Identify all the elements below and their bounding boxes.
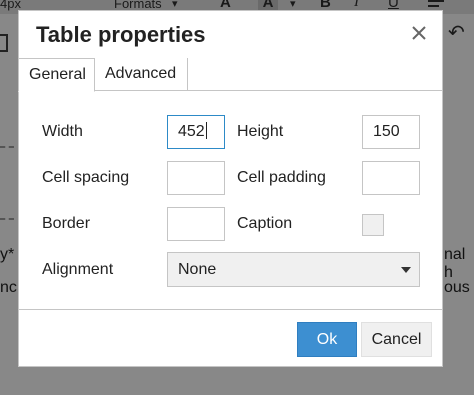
tab-general[interactable]: General	[18, 58, 95, 92]
width-value: 452	[178, 123, 205, 140]
chevron-down-icon: ▾	[172, 0, 178, 10]
cell-spacing-label: Cell spacing	[42, 169, 130, 186]
caption-label: Caption	[237, 215, 293, 232]
close-icon[interactable]	[409, 23, 429, 43]
cancel-button[interactable]: Cancel	[361, 322, 432, 357]
chevron-down-icon: ▾	[290, 0, 296, 10]
table-border-dashes	[0, 218, 14, 220]
border-label: Border	[42, 215, 91, 232]
cell-padding-label: Cell padding	[237, 169, 326, 186]
undo-icon: ↶	[448, 22, 465, 44]
align-left-icon	[428, 0, 444, 10]
ok-button[interactable]: Ok	[297, 322, 357, 357]
dialog-title: Table properties	[36, 22, 206, 47]
tab-advanced[interactable]: Advanced	[95, 58, 188, 91]
caption-checkbox[interactable]	[362, 214, 384, 236]
alignment-select[interactable]: None	[167, 252, 420, 287]
frame-icon	[0, 34, 8, 52]
tab-bar: General Advanced	[18, 58, 442, 92]
table-properties-dialog: Table properties General Advanced Width …	[18, 10, 443, 367]
cell-spacing-input[interactable]	[167, 161, 225, 195]
editor-text: nc	[0, 279, 17, 296]
height-label: Height	[237, 123, 284, 140]
dialog-header: Table properties	[19, 11, 442, 57]
border-input[interactable]	[167, 207, 225, 241]
editor-text: y*	[0, 246, 15, 263]
alignment-label: Alignment	[42, 261, 114, 278]
editor-text: ous	[444, 279, 470, 296]
cell-padding-input[interactable]	[362, 161, 420, 195]
dialog-footer: Ok Cancel	[19, 309, 442, 368]
text-caret	[205, 122, 207, 139]
width-input[interactable]: 452	[167, 115, 225, 149]
width-label: Width	[42, 123, 83, 140]
alignment-value: None	[178, 261, 217, 278]
table-border-dashes	[0, 146, 14, 148]
editor-text: nal h	[444, 246, 466, 281]
height-input[interactable]: 150	[362, 115, 420, 149]
chevron-down-icon	[401, 267, 411, 273]
